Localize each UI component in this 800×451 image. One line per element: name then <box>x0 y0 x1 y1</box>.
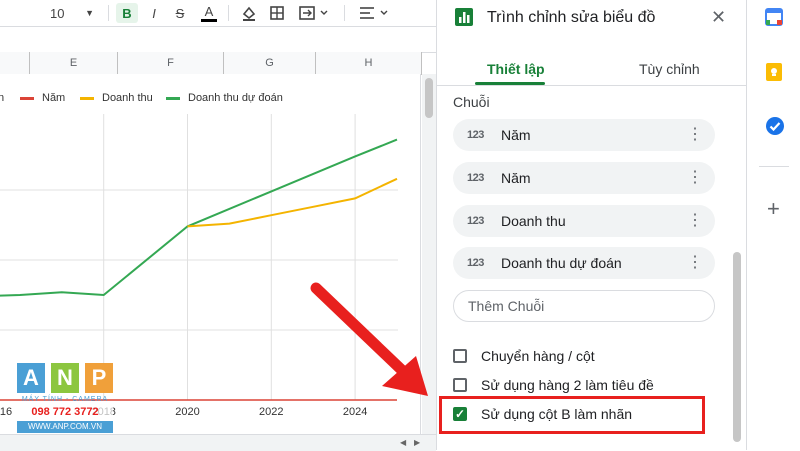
watermark-phone: 098 772 3772 <box>17 406 113 418</box>
more-vert-icon[interactable]: ⋮ <box>687 253 703 273</box>
number-icon: 123 <box>467 172 484 184</box>
arrow-annotation <box>310 282 428 396</box>
anp-watermark: A N P MÁY TÍNH - CAMERA 098 772 3772 WWW… <box>17 363 113 435</box>
series-label: Năm <box>501 170 531 186</box>
column-header[interactable] <box>0 52 30 74</box>
series-label: Doanh thu <box>501 213 566 229</box>
watermark-letter: N <box>51 363 79 393</box>
align-icon[interactable] <box>354 3 394 23</box>
series-item[interactable]: 123 Năm ⋮ <box>453 119 715 151</box>
text-color-bar <box>201 18 217 22</box>
close-icon[interactable]: ✕ <box>711 7 726 28</box>
bold-button[interactable]: B <box>116 3 138 23</box>
rail-divider <box>759 166 789 167</box>
add-icon[interactable]: + <box>767 198 780 220</box>
number-icon: 123 <box>467 129 484 141</box>
fill-color-icon[interactable] <box>238 3 260 23</box>
x-tick-label: 16 <box>0 406 12 418</box>
highlight-box <box>439 396 705 434</box>
tab-setup[interactable]: Thiết lập <box>487 61 545 77</box>
column-header[interactable]: F <box>118 52 224 74</box>
text-color-button[interactable]: A <box>198 3 220 23</box>
series-label: Năm <box>501 127 531 143</box>
italic-button[interactable]: I <box>144 3 164 23</box>
side-rail: + <box>746 0 800 450</box>
column-header[interactable]: E <box>30 52 118 74</box>
font-size-value: 10 <box>50 5 65 21</box>
strikethrough-button[interactable]: S <box>170 3 190 23</box>
watermark-site: WWW.ANP.COM.VN <box>17 421 113 433</box>
option-label: Sử dụng hàng 2 làm tiêu đề <box>481 377 654 393</box>
column-header[interactable]: G <box>224 52 316 74</box>
calendar-icon[interactable] <box>765 8 783 31</box>
formula-bar[interactable] <box>0 27 436 53</box>
number-icon: 123 <box>467 257 484 269</box>
tab-customize[interactable]: Tùy chỉnh <box>639 61 700 77</box>
keep-icon[interactable] <box>765 62 783 87</box>
watermark-tagline: MÁY TÍNH - CAMERA <box>21 396 109 403</box>
series-label: Doanh thu dự đoán <box>501 255 622 271</box>
merge-cells-icon[interactable] <box>294 3 334 23</box>
column-header[interactable]: H <box>316 52 422 74</box>
chart-icon <box>453 6 475 33</box>
watermark-letter: P <box>85 363 113 393</box>
font-size-select[interactable]: 10 ▼ <box>50 3 94 23</box>
more-vert-icon[interactable]: ⋮ <box>687 125 703 145</box>
series-item[interactable]: 123 Năm ⋮ <box>453 162 715 194</box>
x-tick-label: 2022 <box>259 406 283 418</box>
scroll-right-icon[interactable]: ▶ <box>414 438 420 447</box>
add-series-button[interactable]: Thêm Chuỗi <box>453 290 715 322</box>
borders-icon[interactable] <box>266 3 288 23</box>
panel-scroll-thumb[interactable] <box>733 252 741 442</box>
section-label: Chuỗi <box>453 94 490 110</box>
option-label: Chuyển hàng / cột <box>481 348 595 364</box>
series-item[interactable]: 123 Doanh thu ⋮ <box>453 205 715 237</box>
tab-divider <box>437 85 747 86</box>
switch-rows-columns-option[interactable]: Chuyển hàng / cột <box>453 348 595 364</box>
more-vert-icon[interactable]: ⋮ <box>687 211 703 231</box>
more-vert-icon[interactable]: ⋮ <box>687 168 703 188</box>
number-icon: 123 <box>467 215 484 227</box>
column-header-row: E F G H <box>0 52 422 75</box>
horizontal-scrollbar[interactable]: ◀ ▶ <box>0 434 436 451</box>
toolbar-divider-left <box>4 3 10 23</box>
checkbox[interactable] <box>453 378 467 392</box>
series-line-0 <box>0 138 398 297</box>
chart-editor-panel: Trình chỉnh sửa biểu đồ ✕ Thiết lập Tùy … <box>436 0 747 450</box>
scroll-thumb[interactable] <box>425 78 433 118</box>
series-line-1 <box>187 177 398 228</box>
x-tick-label: 2020 <box>175 406 199 418</box>
checkbox[interactable] <box>453 349 467 363</box>
panel-title: Trình chỉnh sửa biểu đồ <box>487 9 656 26</box>
scroll-left-icon[interactable]: ◀ <box>400 438 406 447</box>
series-item[interactable]: 123 Doanh thu dự đoán ⋮ <box>453 247 715 279</box>
tasks-icon[interactable] <box>765 116 785 141</box>
watermark-letter: A <box>17 363 45 393</box>
use-row-2-headers-option[interactable]: Sử dụng hàng 2 làm tiêu đề <box>453 377 654 393</box>
toolbar: 10 ▼ B I S A <box>0 0 436 27</box>
text-color-letter: A <box>204 3 214 19</box>
chevron-down-icon: ▼ <box>85 8 94 18</box>
